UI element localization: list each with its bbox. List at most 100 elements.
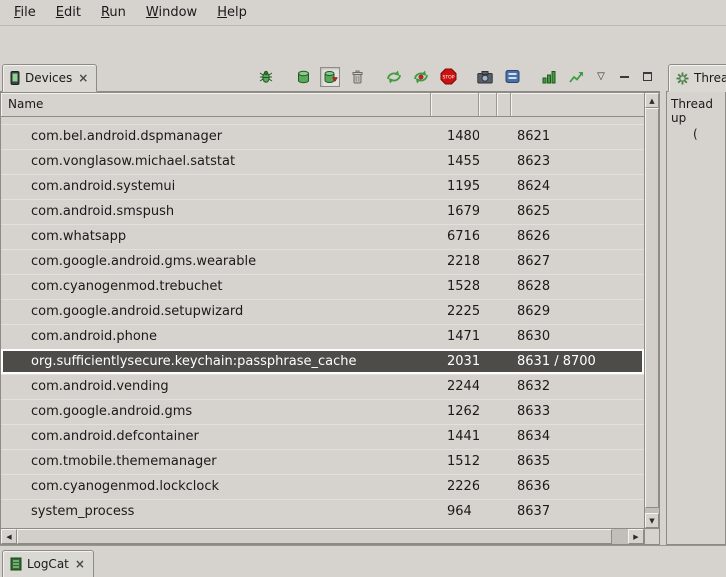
threads-message-line1: Thread up xyxy=(671,97,725,125)
tab-devices[interactable]: Devices × xyxy=(2,64,97,92)
view-menu-icon[interactable]: ▽ xyxy=(593,69,609,85)
close-icon[interactable]: × xyxy=(77,71,89,85)
stop-process-icon[interactable]: STOP xyxy=(438,67,458,87)
process-port: 8628 xyxy=(511,279,644,294)
column-header-port[interactable] xyxy=(511,93,644,117)
horizontal-scroll-thumb[interactable] xyxy=(17,529,612,544)
devices-toolbar: STOP xyxy=(256,67,660,87)
menu-help[interactable]: Help xyxy=(207,0,257,25)
process-port: 8633 xyxy=(511,404,644,419)
maximize-icon[interactable] xyxy=(639,69,655,85)
vertical-scroll-track[interactable] xyxy=(645,108,659,513)
process-pid: 1679 xyxy=(431,204,479,219)
process-row[interactable]: com.google.android.gms.wearable 22185 86… xyxy=(1,249,644,274)
process-port: 8634 xyxy=(511,429,644,444)
process-row[interactable]: com.google.android.gms 12623 8633 xyxy=(1,399,644,424)
process-name: com.android.smspush xyxy=(1,204,431,219)
process-pid: 1195 xyxy=(431,179,479,194)
process-pid: 14411 xyxy=(431,429,479,444)
process-name: com.android.systemui xyxy=(1,179,431,194)
process-row[interactable]: com.google.android.setupwizard 22250 862… xyxy=(1,299,644,324)
threads-message-line2: ( xyxy=(671,127,725,141)
process-row[interactable]: com.android.defcontainer 14411 8634 xyxy=(1,424,644,449)
process-name: com.google.android.gms.wearable xyxy=(1,254,431,269)
menu-bar: File Edit Run Window Help xyxy=(0,0,726,26)
update-threads-icon[interactable] xyxy=(384,67,404,87)
tab-threads-label: Threads xyxy=(694,71,726,85)
close-icon[interactable]: × xyxy=(74,557,86,571)
menu-edit[interactable]: Edit xyxy=(46,0,91,25)
process-pid: 22185 xyxy=(431,254,479,269)
scrollbar-corner xyxy=(644,528,659,544)
process-row[interactable]: com.cyanogenmod.lockclock 22265 8636 xyxy=(1,474,644,499)
column-header-spacer-2[interactable] xyxy=(497,93,511,117)
process-row[interactable]: org.sufficientlysecure.keychain:passphra… xyxy=(1,349,644,374)
process-row[interactable]: com.android.phone 1471 8630 xyxy=(1,324,644,349)
update-heap-icon[interactable] xyxy=(293,67,313,87)
process-pid: 6716 xyxy=(431,229,479,244)
main-area: Devices × xyxy=(0,62,726,545)
horizontal-scrollbar[interactable]: ◀ ▶ xyxy=(1,528,644,544)
menu-run[interactable]: Run xyxy=(91,0,136,25)
scroll-right-button[interactable]: ▶ xyxy=(628,529,644,544)
threads-content: Thread up ( xyxy=(666,92,726,545)
process-name: com.cyanogenmod.lockclock xyxy=(1,479,431,494)
process-port: 8631 / 8700 xyxy=(511,354,644,369)
column-header-spacer-1[interactable] xyxy=(479,93,497,117)
cause-gc-icon[interactable] xyxy=(347,67,367,87)
process-name: org.sufficientlysecure.keychain:passphra… xyxy=(1,354,431,369)
process-row[interactable]: com.android.vending 22440 8632 xyxy=(1,374,644,399)
threads-panel: Threads Thread up ( xyxy=(666,62,726,545)
tab-threads[interactable]: Threads xyxy=(668,64,726,92)
minimize-icon[interactable] xyxy=(616,69,632,85)
column-header-pid[interactable] xyxy=(431,93,479,117)
process-row[interactable]: system_process 964 8637 xyxy=(1,499,644,524)
vertical-scrollbar[interactable]: ▲ ▼ xyxy=(644,93,659,528)
menu-window[interactable]: Window xyxy=(136,0,207,25)
scroll-down-button[interactable]: ▼ xyxy=(645,513,659,528)
tab-logcat-label: LogCat xyxy=(27,557,69,571)
process-port: 8630 xyxy=(511,329,644,344)
vertical-scroll-thumb[interactable] xyxy=(645,108,659,508)
process-port: 8625 xyxy=(511,204,644,219)
process-row[interactable]: com.tmobile.thememanager 1512 8635 xyxy=(1,449,644,474)
start-method-profiling-icon[interactable] xyxy=(411,67,431,87)
process-pid: 22440 xyxy=(431,379,479,394)
process-row[interactable]: com.vonglasow.michael.satstat 14553 8623 xyxy=(1,149,644,174)
capture-system-state-icon[interactable] xyxy=(502,67,522,87)
scroll-up-button[interactable]: ▲ xyxy=(645,93,659,108)
process-name: com.android.phone xyxy=(1,329,431,344)
process-port: 8629 xyxy=(511,304,644,319)
process-row[interactable]: com.cyanogenmod.trebuchet 1528 8628 xyxy=(1,274,644,299)
screen-capture-icon[interactable] xyxy=(475,67,495,87)
process-name: com.vonglasow.michael.satstat xyxy=(1,154,431,169)
scroll-left-button[interactable]: ◀ xyxy=(1,529,17,544)
debug-process-icon[interactable] xyxy=(256,67,276,87)
toolbar-strip xyxy=(0,26,726,62)
process-name: com.cyanogenmod.trebuchet xyxy=(1,279,431,294)
table-header: Name xyxy=(1,93,644,117)
process-row[interactable]: com.bel.android.dspmanager 1480 8621 xyxy=(1,124,644,149)
horizontal-scroll-track[interactable] xyxy=(17,529,628,544)
dump-hprof-icon[interactable] xyxy=(320,67,340,87)
network-stats-icon[interactable] xyxy=(566,67,586,87)
devices-tab-row: Devices × xyxy=(0,62,660,92)
process-port: 8627 xyxy=(511,254,644,269)
process-pid: 20311 xyxy=(431,354,479,369)
device-process-list: com.bel.android.dspmanager 1480 8621 com… xyxy=(1,117,644,528)
column-header-name[interactable]: Name xyxy=(1,93,431,117)
process-row[interactable]: com.android.smspush 1679 8625 xyxy=(1,199,644,224)
process-port: 8635 xyxy=(511,454,644,469)
tab-logcat[interactable]: LogCat × xyxy=(2,550,94,577)
process-pid: 14553 xyxy=(431,154,479,169)
threads-icon xyxy=(676,72,689,85)
process-name: com.whatsapp xyxy=(1,229,431,244)
process-row[interactable]: com.android.systemui 1195 8624 xyxy=(1,174,644,199)
process-name: com.google.android.gms xyxy=(1,404,431,419)
process-name: com.android.defcontainer xyxy=(1,429,431,444)
process-port: 8623 xyxy=(511,154,644,169)
process-row[interactable]: com.whatsapp 6716 8626 xyxy=(1,224,644,249)
process-port: 8632 xyxy=(511,379,644,394)
allocation-tracker-icon[interactable] xyxy=(539,67,559,87)
menu-file[interactable]: File xyxy=(4,0,46,25)
